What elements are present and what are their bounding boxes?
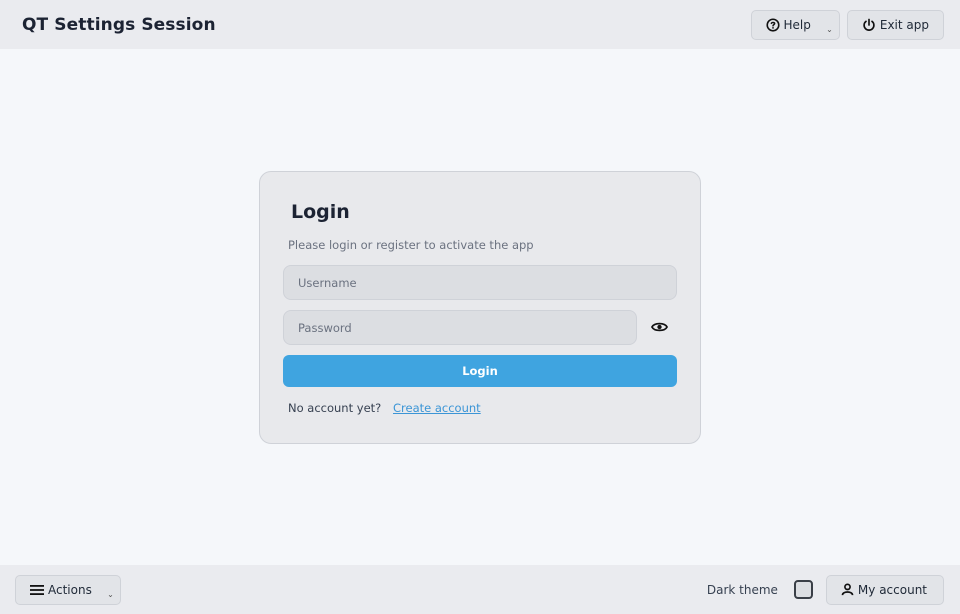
top-actions: Help ⌄ Exit app: [750, 9, 944, 40]
dark-theme-checkbox[interactable]: [793, 580, 813, 599]
exit-app-label: Exit app: [879, 17, 929, 32]
login-subtitle: Please login or register to activate the…: [288, 238, 534, 252]
actions-label: Actions: [48, 582, 92, 597]
bottom-right-controls: Dark theme My account: [706, 574, 944, 605]
power-icon: [862, 18, 876, 32]
password-input[interactable]: [283, 310, 637, 345]
app-title: QT Settings Session: [22, 14, 216, 35]
help-button[interactable]: Help ⌄: [750, 9, 840, 40]
username-input[interactable]: [283, 265, 677, 300]
bottom-bar: Actions ⌄ Dark theme My account: [0, 565, 960, 614]
top-bar: QT Settings Session Help ⌄ Exit app: [0, 0, 960, 49]
login-card: Login Please login or register to activa…: [259, 171, 701, 444]
login-button[interactable]: Login: [283, 355, 677, 387]
dark-theme-label: Dark theme: [706, 582, 778, 597]
exit-app-button[interactable]: Exit app: [846, 9, 944, 40]
create-account-link[interactable]: Create account: [393, 401, 481, 415]
eye-icon[interactable]: [650, 318, 668, 336]
help-circle-icon: [765, 17, 780, 32]
login-title: Login: [291, 201, 350, 223]
my-account-label: My account: [857, 582, 927, 597]
no-account-text: No account yet?: [288, 401, 382, 415]
chevron-down-icon: ⌄: [826, 24, 833, 34]
actions-button[interactable]: Actions ⌄: [15, 574, 121, 605]
my-account-button[interactable]: My account: [825, 574, 944, 605]
help-label: Help: [783, 17, 811, 32]
user-icon: [841, 583, 854, 596]
chevron-down-icon: ⌄: [107, 589, 114, 599]
hamburger-menu-icon: [30, 584, 44, 596]
